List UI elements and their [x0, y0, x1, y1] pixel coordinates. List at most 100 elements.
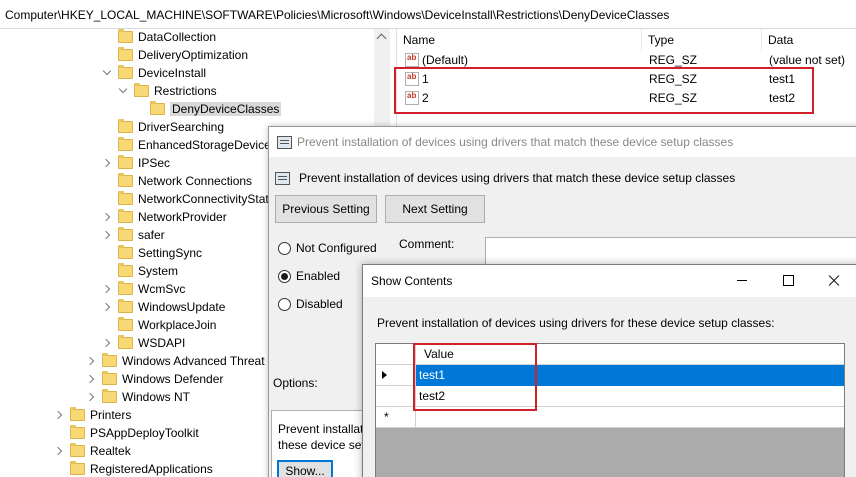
- tree-item[interactable]: NetworkConnectivityStat: [102, 190, 269, 208]
- chevron-right-icon[interactable]: [102, 212, 112, 222]
- address-bar[interactable]: Computer\HKEY_LOCAL_MACHINE\SOFTWARE\Pol…: [0, 0, 856, 29]
- tree-item[interactable]: IPSec: [102, 154, 170, 172]
- folder-icon: [118, 155, 133, 169]
- value-type: REG_SZ: [649, 53, 698, 67]
- tree-item-label: DriverSearching: [138, 120, 225, 134]
- folder-icon: [118, 173, 133, 187]
- chevron-down-icon[interactable]: [102, 68, 112, 78]
- value-data: (value not set): [769, 53, 846, 67]
- radio-disabled[interactable]: Disabled: [278, 297, 343, 311]
- folder-icon: [118, 29, 133, 43]
- tree-item[interactable]: WindowsUpdate: [102, 298, 225, 316]
- maximize-icon[interactable]: [765, 265, 811, 295]
- tree-item-label: safer: [138, 228, 165, 242]
- tree-item[interactable]: PSAppDeployToolkit: [54, 424, 199, 442]
- show-button[interactable]: Show...: [277, 460, 333, 477]
- tree-item[interactable]: WSDAPI: [102, 334, 185, 352]
- folder-icon: [118, 299, 133, 313]
- tree-item[interactable]: Windows Defender: [86, 370, 223, 388]
- policy-icon: [277, 136, 292, 149]
- column-header-data[interactable]: Data: [762, 29, 856, 51]
- radio-button[interactable]: [278, 241, 291, 255]
- folder-icon: [118, 335, 133, 349]
- row-header[interactable]: [376, 386, 416, 407]
- radio-button[interactable]: [278, 297, 291, 311]
- options-text-line: these device set: [278, 438, 365, 452]
- policy-window-title: Prevent installation of devices using dr…: [269, 127, 856, 157]
- tree-item-label: Restrictions: [154, 84, 217, 98]
- folder-icon: [118, 245, 133, 259]
- chevron-right-icon[interactable]: [102, 158, 112, 168]
- folder-icon: [118, 137, 133, 151]
- row-header[interactable]: *: [376, 407, 416, 428]
- chevron-right-icon[interactable]: [54, 446, 64, 456]
- folder-icon: [70, 461, 85, 475]
- folder-icon: [118, 209, 133, 223]
- chevron-right-icon[interactable]: [86, 374, 96, 384]
- radio-enabled[interactable]: Enabled: [278, 269, 340, 283]
- chevron-down-icon[interactable]: [118, 86, 128, 96]
- folder-icon: [118, 317, 133, 331]
- expander-spacer: [134, 104, 144, 114]
- expander-spacer: [54, 464, 64, 474]
- tree-item[interactable]: safer: [102, 226, 165, 244]
- tree-item-label: Printers: [90, 408, 132, 422]
- chevron-right-icon[interactable]: [86, 356, 96, 366]
- tree-item-label: SettingSync: [138, 246, 203, 260]
- tree-item[interactable]: System: [102, 262, 178, 280]
- tree-item-label: Network Connections: [138, 174, 253, 188]
- tree-item[interactable]: RegisteredApplications: [54, 460, 213, 477]
- chevron-right-icon[interactable]: [54, 410, 64, 420]
- tree-item-label: WSDAPI: [138, 336, 186, 350]
- chevron-right-icon[interactable]: [102, 284, 112, 294]
- tree-item[interactable]: DeviceInstall: [102, 64, 206, 82]
- chevron-right-icon[interactable]: [102, 338, 112, 348]
- tree-item[interactable]: Windows Advanced Threat P: [86, 352, 276, 370]
- chevron-right-icon[interactable]: [102, 230, 112, 240]
- chevron-right-icon[interactable]: [86, 392, 96, 402]
- tree-item[interactable]: WorkplaceJoin: [102, 316, 216, 334]
- tree-item[interactable]: Windows NT: [86, 388, 190, 406]
- tree-item[interactable]: DriverSearching: [102, 118, 224, 136]
- tree-item[interactable]: SettingSync: [102, 244, 202, 262]
- tree-item-label: NetworkProvider: [138, 210, 227, 224]
- comment-label: Comment:: [399, 237, 455, 251]
- chevron-right-icon[interactable]: [102, 302, 112, 312]
- options-text-line: Prevent installati: [278, 422, 367, 436]
- close-icon[interactable]: [811, 265, 856, 295]
- previous-setting-button[interactable]: Previous Setting: [275, 195, 377, 223]
- folder-icon: [118, 47, 133, 61]
- tree-item-label: Windows Defender: [122, 372, 224, 386]
- column-header-name[interactable]: Name: [397, 29, 642, 51]
- tree-item-label: DataCollection: [138, 30, 217, 44]
- tree-item-label: DeliveryOptimization: [138, 48, 249, 62]
- tree-item[interactable]: Network Connections: [102, 172, 252, 190]
- highlight-box-grid: [413, 343, 537, 411]
- tree-item[interactable]: EnhancedStorageDevices: [102, 136, 277, 154]
- column-header-type[interactable]: Type: [642, 29, 762, 51]
- radio-not-configured[interactable]: Not Configured: [278, 241, 377, 255]
- tree-item[interactable]: Restrictions: [118, 82, 217, 100]
- next-setting-button[interactable]: Next Setting: [385, 195, 485, 223]
- radio-button[interactable]: [278, 269, 291, 283]
- expander-spacer: [102, 320, 112, 330]
- tree-item[interactable]: Printers: [54, 406, 131, 424]
- folder-icon: [70, 407, 85, 421]
- tree-item[interactable]: Realtek: [54, 442, 131, 460]
- tree-item-label: Windows NT: [122, 390, 191, 404]
- tree-item[interactable]: DenyDeviceClasses: [134, 100, 282, 118]
- tree-item-label: EnhancedStorageDevices: [138, 138, 277, 152]
- tree-item[interactable]: WcmSvc: [102, 280, 185, 298]
- tree-item[interactable]: NetworkProvider: [102, 208, 227, 226]
- tree-item[interactable]: DataCollection: [102, 29, 216, 46]
- tree-item-label: PSAppDeployToolkit: [90, 426, 199, 440]
- tree-item-label: System: [138, 264, 179, 278]
- tree-item[interactable]: DeliveryOptimization: [102, 46, 248, 64]
- row-header[interactable]: [376, 365, 416, 386]
- expander-spacer: [102, 122, 112, 132]
- scroll-up-arrow-icon[interactable]: [376, 33, 387, 44]
- minimize-icon[interactable]: [719, 265, 765, 295]
- tree-item-label: WcmSvc: [138, 282, 186, 296]
- tree-item-label: NetworkConnectivityStat: [138, 192, 269, 206]
- radio-label: Disabled: [296, 297, 343, 311]
